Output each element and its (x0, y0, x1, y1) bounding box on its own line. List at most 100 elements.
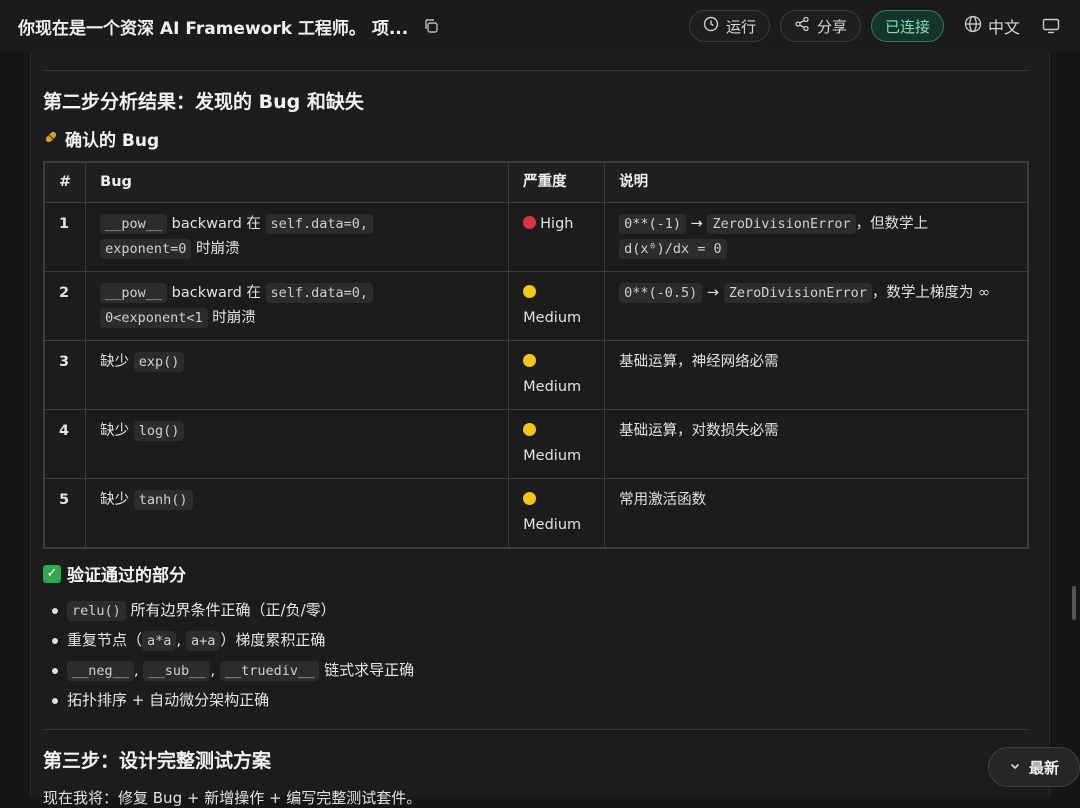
row-severity: Medium (508, 478, 606, 549)
inline-code: __truediv__ (219, 661, 320, 681)
verified-list: relu() 所有边界条件正确（正/负/零） 重复节点（ a*a, a+a ）梯度累… (52, 596, 1029, 715)
inline-code: d(x⁰)/dx = 0 (619, 239, 727, 259)
severity-label: High (540, 216, 574, 232)
inline-code: exp() (133, 352, 185, 372)
share-button[interactable]: 分享 (779, 10, 861, 42)
scroll-to-latest-button[interactable]: 最新 (988, 747, 1080, 787)
severity-label: Medium (523, 310, 582, 326)
chevron-down-icon (1009, 758, 1021, 776)
bug-text: 缺少 (100, 354, 134, 370)
inline-code: 0**(-0.5) (619, 283, 703, 303)
item-text: 拓扑排序 + 自动微分架构正确 (67, 691, 270, 709)
row-severity: High (508, 202, 606, 272)
inline-code: log() (133, 421, 185, 441)
yellow-circle-icon (523, 492, 537, 505)
bug-table: # Bug 严重度 说明 1 __pow__ backward 在 self.d… (43, 161, 1029, 549)
section3-heading: 第三步：设计完整测试方案 (43, 750, 272, 772)
conversation-title: 你现在是一个资深 AI Framework 工程师。 项... (18, 18, 409, 39)
confirmed-bugs-heading: 确认的 Bug (43, 126, 1029, 151)
confirmed-bugs-label: 确认的 Bug (65, 131, 160, 151)
top-bar: 你现在是一个资深 AI Framework 工程师。 项... 运行 分享 已连… (0, 0, 1080, 52)
status-label: 已连接 (884, 17, 930, 36)
verified-heading: ✓ 验证通过的部分 (43, 561, 1029, 586)
row-num: 3 (43, 340, 87, 410)
inline-code: __pow__ (100, 283, 168, 303)
inline-code: __pow__ (100, 214, 168, 234)
severity-label: Medium (523, 379, 582, 395)
bug-text: 时崩溃 (207, 310, 256, 326)
item-text: 所有边界条件正确（正/负/零） (125, 601, 336, 619)
list-item: 重复节点（ a*a, a+a ）梯度累积正确 (52, 626, 1029, 656)
col-header-num: # (43, 161, 87, 203)
col-header-desc: 说明 (604, 161, 1029, 203)
scrollbar-thumb[interactable] (1072, 586, 1076, 620)
list-item: 拓扑排序 + 自动微分架构正确 (52, 686, 1029, 715)
bug-text: 时崩溃 (191, 241, 240, 257)
globe-icon (964, 15, 982, 37)
row-desc: 0**(-1) → ZeroDivisionError ，但数学上 d(x⁰)/d… (604, 202, 1029, 272)
table-row: 5 缺少 tanh() Medium 常用激活函数 (43, 478, 1029, 549)
inline-code: a*a (142, 631, 177, 651)
bug-text: backward 在 (167, 285, 266, 301)
language-selector[interactable]: 中文 (964, 14, 1020, 38)
severity-label: Medium (523, 448, 582, 464)
table-row: 3 缺少 exp() Medium 基础运算，神经网络必需 (43, 340, 1029, 410)
row-desc: 常用激活函数 (604, 478, 1029, 549)
item-text: 重复节点（ (67, 631, 143, 649)
col-header-bug: Bug (85, 161, 510, 203)
list-item: relu() 所有边界条件正确（正/负/零） (52, 596, 1029, 626)
inline-code: relu() (67, 601, 126, 621)
inline-code: 0<exponent<1 (100, 308, 208, 328)
list-item: __neg__, __sub__, __truediv__ 链式求导正确 (52, 656, 1029, 686)
inline-code: self.data=0, (265, 214, 374, 234)
inline-code: ZeroDivisionError (707, 214, 856, 234)
latest-label: 最新 (1028, 758, 1059, 777)
severity-label: Medium (523, 517, 582, 533)
monitor-icon[interactable] (1042, 17, 1062, 35)
bug-text: backward 在 (167, 216, 266, 232)
copy-icon[interactable] (422, 17, 440, 35)
row-desc: 基础运算，对数损失必需 (604, 409, 1029, 479)
inline-code: tanh() (133, 490, 193, 510)
clock-icon (703, 16, 719, 36)
table-header-row: # Bug 严重度 说明 (43, 161, 1029, 203)
inline-code: ZeroDivisionError (723, 283, 872, 303)
run-button[interactable]: 运行 (688, 10, 770, 42)
row-bug: __pow__ backward 在 self.data=0, 0<expone… (85, 271, 510, 341)
row-num: 1 (43, 202, 87, 272)
inline-code: a+a (185, 631, 221, 651)
col-header-severity: 严重度 (508, 161, 606, 203)
yellow-circle-icon (523, 423, 537, 436)
check-icon: ✓ (43, 564, 61, 583)
row-bug: 缺少 tanh() (85, 478, 510, 549)
inline-code: self.data=0, (265, 283, 374, 303)
section2-heading: 第二步分析结果：发现的 Bug 和缺失 (43, 91, 364, 113)
bug-icon (43, 129, 59, 149)
row-severity: Medium (508, 409, 606, 479)
share-label: 分享 (816, 17, 847, 36)
inline-code: __neg__ (67, 661, 134, 681)
inline-code: __sub__ (143, 661, 211, 681)
item-text: 链式求导正确 (319, 661, 415, 679)
share-icon (794, 16, 810, 36)
row-bug: 缺少 exp() (85, 340, 510, 410)
divider (43, 70, 1029, 71)
red-circle-icon (523, 216, 537, 229)
run-label: 运行 (725, 17, 756, 36)
row-severity: Medium (508, 340, 606, 410)
row-severity: Medium (508, 271, 606, 341)
row-bug: 缺少 log() (85, 409, 510, 479)
row-desc: 基础运算，神经网络必需 (604, 340, 1029, 410)
bug-text: 缺少 (100, 423, 134, 439)
item-text: ）梯度累积正确 (220, 631, 326, 649)
yellow-circle-icon (523, 285, 537, 298)
connection-status-badge[interactable]: 已连接 (870, 10, 944, 42)
row-num: 4 (43, 409, 87, 479)
row-desc: 0**(-0.5) → ZeroDivisionError ，数学上梯度为 ∞ (604, 271, 1029, 341)
language-label: 中文 (987, 18, 1020, 37)
yellow-circle-icon (523, 354, 537, 367)
section3-body: 现在我将：修复 Bug + 新增操作 + 编写完整测试套件。 (43, 789, 422, 807)
message-content: 第二步分析结果：发现的 Bug 和缺失 确认的 Bug # Bug 严重度 说明… (30, 52, 1050, 807)
item-sep: , (210, 661, 220, 679)
item-sep: , (176, 631, 186, 649)
